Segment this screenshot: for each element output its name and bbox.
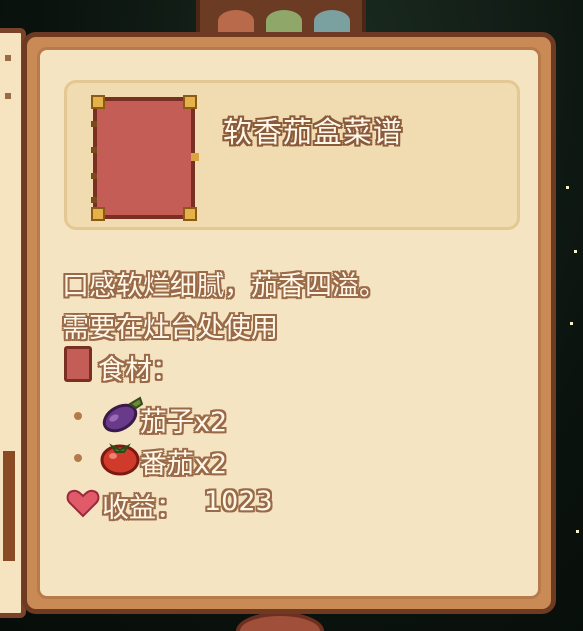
tooltip-header: 软香茄盒菜谱: [64, 80, 520, 230]
book-clasp: [191, 153, 199, 161]
game-scene: 软香茄盒菜谱 口感软烂细腻，茄香四溢。 需要在灶台处使用 食材： 茄子x2 番茄…: [0, 0, 583, 631]
star: [574, 250, 577, 253]
book-stitch: [91, 147, 97, 153]
tomato-icon: [100, 443, 140, 476]
item-description: 口感软烂细腻，茄香四溢。: [62, 271, 386, 302]
ingredients-book-icon: [64, 346, 92, 382]
ingredient-tomato: 番茄x2: [140, 449, 228, 480]
profit-value: 1023: [204, 486, 273, 517]
side-panel-bar: [3, 451, 15, 561]
star: [570, 322, 573, 325]
heart-icon: [66, 489, 100, 518]
bullet-icon: [74, 454, 82, 462]
ingredient-eggplant: 茄子x2: [140, 407, 228, 438]
item-tooltip: 软香茄盒菜谱 口感软烂细腻，茄香四溢。 需要在灶台处使用 食材： 茄子x2 番茄…: [22, 32, 556, 614]
book-corner: [91, 95, 105, 109]
shelf-item-icon: [218, 10, 254, 32]
tooltip-body: 软香茄盒菜谱 口感软烂细腻，茄香四溢。 需要在灶台处使用 食材： 茄子x2 番茄…: [37, 47, 541, 599]
panel-pin: [5, 93, 11, 99]
book-corner: [183, 95, 197, 109]
usage-hint: 需要在灶台处使用: [62, 313, 278, 344]
shelf-item-icon: [266, 10, 302, 32]
book-corner: [183, 207, 197, 221]
star: [576, 530, 579, 533]
profit-label: 收益：: [102, 493, 183, 524]
star: [566, 186, 569, 189]
ingredients-label: 食材：: [98, 355, 179, 386]
recipe-book-icon: [91, 95, 199, 221]
book-stitch: [91, 173, 97, 179]
book-stitch: [91, 197, 97, 203]
item-title: 软香茄盒菜谱: [223, 115, 404, 149]
panel-pin: [5, 55, 11, 61]
bullet-icon: [74, 412, 82, 420]
shelf-item-icon: [314, 10, 350, 32]
book-corner: [91, 207, 105, 221]
background-plate: [236, 612, 324, 631]
book-stitch: [91, 121, 97, 127]
